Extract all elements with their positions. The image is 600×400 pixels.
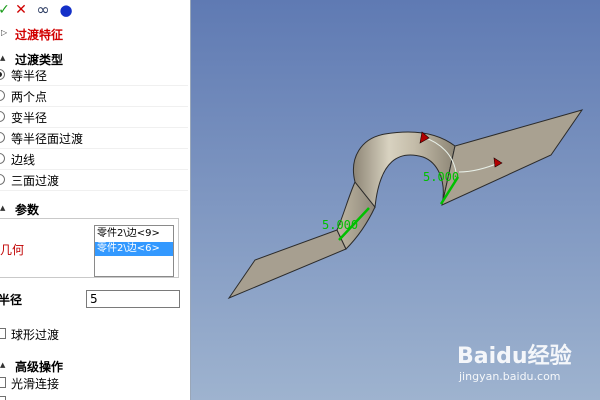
dimension-label-left[interactable]: 5.000 — [322, 218, 358, 232]
close-icon[interactable]: ✕ — [13, 1, 29, 19]
smooth-checkbox[interactable] — [0, 377, 6, 388]
radio-option-equal-radius-face[interactable]: 等半径面过渡 — [0, 128, 188, 149]
fillet-property-panel: ✓ ✕ ∞ ● ▷ 过渡特征 ▲ 过渡类型 等半径 两个点 变半径 等半径面过渡… — [0, 0, 191, 400]
advanced-heading: 高级操作 — [15, 360, 64, 374]
radio-button[interactable] — [0, 153, 5, 164]
radio-option-edge[interactable]: 边线 — [0, 149, 188, 170]
radio-label: 变半径 — [11, 111, 48, 125]
radio-label: 等半径 — [11, 69, 48, 83]
radio-label: 三面过渡 — [11, 174, 60, 188]
radio-option-variable-radius[interactable]: 变半径 — [0, 107, 188, 128]
feature-section-header[interactable]: ▷ 过渡特征 — [0, 24, 190, 44]
radius-value: 5 — [90, 292, 98, 306]
params-header[interactable]: ▲ 参数 — [0, 199, 190, 219]
radio-button[interactable] — [0, 90, 5, 101]
collapse-icon[interactable]: ▲ — [0, 361, 5, 369]
spherical-checkbox[interactable] — [0, 328, 6, 339]
radio-button[interactable] — [0, 111, 5, 122]
radius-label: 半径 — [0, 293, 23, 307]
radio-option-two-points[interactable]: 两个点 — [0, 86, 188, 107]
radio-button[interactable] — [0, 132, 5, 143]
panel-toolbar: ✓ ✕ ∞ ● — [0, 0, 190, 20]
radio-button[interactable] — [0, 69, 5, 80]
right-flat-strip[interactable] — [441, 109, 584, 206]
spherical-label: 球形过渡 — [11, 328, 60, 342]
checkmark-icon[interactable]: ✓ — [0, 1, 10, 19]
radio-label: 等半径面过渡 — [11, 132, 84, 146]
radio-option-equal-radius[interactable]: 等半径 — [0, 65, 188, 86]
preview-glasses-icon[interactable]: ∞ — [33, 1, 53, 19]
radius-input[interactable]: 5 — [86, 290, 180, 308]
baidu-url: jingyan.baidu.com — [459, 370, 561, 383]
dimension-label-right[interactable]: 5.000 — [423, 170, 459, 184]
baidu-watermark: Baidu经验 jingyan.baidu.com — [457, 338, 600, 398]
geometry-list-item[interactable]: 零件2\边<9> — [95, 227, 173, 241]
geometry-list-item-selected[interactable]: 零件2\边<6> — [95, 242, 173, 256]
geometry-label: 几何 — [0, 243, 25, 257]
blue-dot-icon[interactable]: ● — [58, 1, 74, 19]
smooth-label: 光滑连接 — [11, 377, 60, 391]
3d-viewport[interactable]: 5.000 5.000 Baidu经验 jingyan.baidu.com — [191, 0, 600, 400]
feature-title: 过渡特征 — [15, 28, 64, 42]
baidu-logo: Baidu经验 — [457, 344, 572, 369]
radio-label: 边线 — [11, 153, 36, 167]
left-flat-strip[interactable] — [227, 229, 347, 300]
radio-button[interactable] — [0, 174, 5, 185]
geometry-listbox[interactable]: 零件2\边<9> 零件2\边<6> — [94, 225, 174, 277]
collapse-icon[interactable]: ▲ — [0, 54, 5, 62]
expand-triangle-icon[interactable]: ▷ — [1, 28, 7, 37]
advanced-header[interactable]: ▲ 高级操作 — [0, 356, 190, 376]
partial-checkbox[interactable] — [0, 396, 6, 400]
params-heading: 参数 — [15, 203, 40, 217]
radio-option-three-face[interactable]: 三面过渡 — [0, 170, 188, 191]
collapse-icon[interactable]: ▲ — [0, 204, 5, 212]
radio-label: 两个点 — [11, 90, 48, 104]
